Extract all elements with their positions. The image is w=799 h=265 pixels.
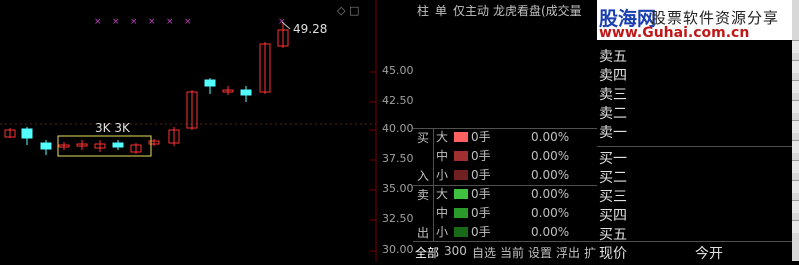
candle-body [21, 128, 33, 139]
bid-level-label: 买三 [599, 189, 627, 205]
marker-x: × [184, 17, 192, 27]
tab-expand[interactable]: 扩 [584, 244, 596, 261]
flow-pct: 0.00% [531, 168, 570, 182]
chart-control-icons[interactable]: ◇ □ [337, 4, 359, 17]
sell-side-label-1: 卖 [417, 188, 430, 202]
flow-size-label: 大 [436, 130, 449, 144]
ask-level-label: 卖一 [599, 125, 627, 141]
price-axis-label: 40.00 [382, 122, 414, 135]
toolbar-button-1[interactable] [792, 40, 799, 53]
tab-watchlist[interactable]: 自选 [472, 244, 496, 261]
tab-current[interactable]: 当前 [500, 244, 524, 261]
toolbar-button-8[interactable] [792, 180, 799, 193]
flow-qty: 0手 [471, 130, 491, 144]
orderbook-panel: 股海网 股票软件资源分享 www.Guhai.com.cn 卖五卖四卖三卖二卖一… [597, 0, 792, 262]
open-price-label: 今开 [695, 246, 723, 262]
buy-side-label-2: 入 [417, 169, 430, 183]
tab-single[interactable]: 单 [435, 4, 447, 18]
flow-pct: 0.00% [531, 225, 570, 239]
tab-float[interactable]: 浮出 [556, 244, 580, 261]
buy-side-label-1: 买 [417, 131, 430, 145]
flow-qty: 0手 [471, 187, 491, 201]
flow-color-swatch [454, 170, 468, 180]
marker-x: × [130, 17, 138, 27]
flow-pct: 0.00% [531, 149, 570, 163]
tab-all[interactable]: 全部 [415, 244, 439, 261]
volume-label: 3K 3K [95, 121, 130, 135]
price-axis-label: 32.50 [382, 212, 414, 225]
toolbar-button-4[interactable] [792, 100, 799, 113]
order-flow-panel: 柱 单 仅主动 龙虎看盘(成交量 买 入 卖 出 大 0手 0.00% 中 0手 0.00… [413, 0, 597, 261]
marker-x: × [278, 17, 286, 27]
tab-bar-chart[interactable]: 柱 [417, 4, 429, 18]
flow-qty: 0手 [471, 149, 491, 163]
flow-size-label: 小 [436, 225, 449, 239]
flow-color-swatch [454, 227, 468, 237]
tab-300[interactable]: 300 [444, 244, 467, 258]
tab-dragon-tiger[interactable]: 龙虎看盘(成交量 [493, 4, 582, 18]
price-axis-label: 37.50 [382, 152, 414, 165]
toolbar-button-2[interactable] [792, 60, 799, 73]
ask-level-label: 卖四 [599, 68, 627, 84]
toolbar-button-6[interactable] [792, 140, 799, 153]
flow-pct: 0.00% [531, 206, 570, 220]
marker-x: × [148, 17, 156, 27]
banner-url: www.Guhai.com.cn [599, 25, 750, 41]
toolbar-button-5[interactable] [792, 120, 799, 133]
candle-body [112, 142, 124, 148]
sell-side-label-2: 出 [417, 226, 430, 240]
ask-level-label: 卖三 [599, 87, 627, 103]
bid-level-label: 买一 [599, 151, 627, 167]
flow-color-swatch [454, 208, 468, 218]
flow-qty: 0手 [471, 206, 491, 220]
flow-pct: 0.00% [531, 130, 570, 144]
flow-size-label: 中 [436, 149, 449, 163]
candle-body [40, 142, 52, 150]
ask-level-label: 卖二 [599, 106, 627, 122]
flow-size-label: 中 [436, 206, 449, 220]
tab-active-only[interactable]: 仅主动 [453, 4, 489, 18]
last-price-label: 49.28 [293, 22, 328, 36]
flow-color-swatch [454, 132, 468, 142]
price-axis-label: 30.00 [382, 243, 414, 256]
tab-settings[interactable]: 设置 [528, 244, 552, 261]
kline-chart[interactable]: × × × × × × × ◇ □ 3K 3K 49.28 45.00 42.50 40.00 3… [0, 0, 414, 261]
toolbar-button-7[interactable] [792, 160, 799, 173]
current-price-label: 现价 [599, 246, 627, 262]
bid-level-label: 买四 [599, 208, 627, 224]
flow-qty: 0手 [471, 168, 491, 182]
price-axis-label: 35.00 [382, 182, 414, 195]
toolbar-button-10[interactable] [792, 220, 799, 233]
flow-pct: 0.00% [531, 187, 570, 201]
price-axis-label: 45.00 [382, 64, 414, 77]
price-axis-label: 42.50 [382, 94, 414, 107]
flow-color-swatch [454, 189, 468, 199]
bid-level-label: 买二 [599, 170, 627, 186]
kline-svg: × × × × × × × [0, 0, 377, 261]
toolbar-button-9[interactable] [792, 200, 799, 213]
flow-size-label: 小 [436, 168, 449, 182]
flow-size-label: 大 [436, 187, 449, 201]
toolbar-button-3[interactable] [792, 80, 799, 93]
marker-x: × [94, 17, 102, 27]
flow-color-swatch [454, 151, 468, 161]
ask-level-label: 卖五 [599, 49, 627, 65]
marker-x: × [112, 17, 120, 27]
flow-qty: 0手 [471, 225, 491, 239]
candle-body [240, 89, 252, 96]
watermark-banner: 股海网 股票软件资源分享 www.Guhai.com.cn [597, 0, 792, 41]
candle-body [204, 79, 216, 87]
marker-x: × [166, 17, 174, 27]
